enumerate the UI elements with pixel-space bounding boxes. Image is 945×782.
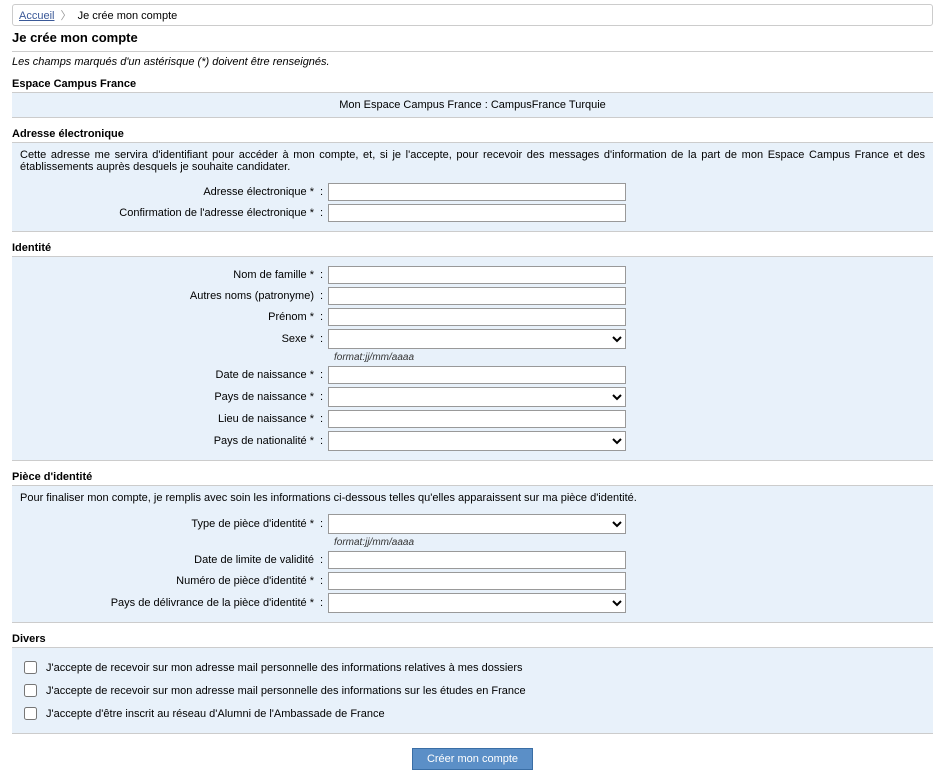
mandatory-note: Les champs marqués d'un astérisque (*) d… (12, 56, 933, 68)
breadcrumb-separator: 〉 (61, 10, 72, 22)
email-confirm-input[interactable] (328, 204, 626, 222)
colon: : (320, 413, 328, 425)
create-account-button[interactable]: Créer mon compte (412, 748, 533, 770)
colon: : (320, 269, 328, 281)
opt2-checkbox[interactable] (24, 684, 37, 697)
opt1-label: J'accepte de recevoir sur mon adresse ma… (46, 662, 523, 674)
label-place-birth: Lieu de naissance * (20, 413, 320, 425)
id-number-input[interactable] (328, 572, 626, 590)
divider (12, 51, 933, 52)
colon: : (320, 333, 328, 345)
page-container: Accueil 〉 Je crée mon compte Je crée mon… (0, 0, 945, 782)
section-header-idcard: Pièce d'identité (12, 469, 933, 486)
colon: : (320, 518, 328, 530)
label-dob: Date de naissance * (20, 369, 320, 381)
colon: : (320, 369, 328, 381)
label-email-confirm: Confirmation de l'adresse électronique * (20, 207, 320, 219)
colon: : (320, 554, 328, 566)
sex-select[interactable] (328, 329, 626, 349)
colon: : (320, 311, 328, 323)
section-header-identity: Identité (12, 240, 933, 257)
label-othernames: Autres noms (patronyme) (20, 290, 320, 302)
dob-input[interactable] (328, 366, 626, 384)
opt2-label: J'accepte de recevoir sur mon adresse ma… (46, 685, 526, 697)
page-title: Je crée mon compte (12, 30, 933, 45)
idcard-box: Pour finaliser mon compte, je remplis av… (12, 486, 933, 623)
espace-box: Mon Espace Campus France : CampusFrance … (12, 93, 933, 118)
label-id-expiry: Date de limite de validité (20, 554, 320, 566)
id-type-select[interactable] (328, 514, 626, 534)
nationality-select[interactable] (328, 431, 626, 451)
place-birth-input[interactable] (328, 410, 626, 428)
opt3-label: J'accepte d'être inscrit au réseau d'Alu… (46, 708, 385, 720)
label-sex: Sexe * (20, 333, 320, 345)
lastname-input[interactable] (328, 266, 626, 284)
label-nationality: Pays de nationalité * (20, 435, 320, 447)
breadcrumb-home-link[interactable]: Accueil (19, 10, 54, 22)
identity-box: Nom de famille * : Autres noms (patronym… (12, 257, 933, 461)
hint-dob: format:jj/mm/aaaa (334, 352, 925, 363)
label-id-type: Type de pièce d'identité * (20, 518, 320, 530)
section-header-divers: Divers (12, 631, 933, 648)
firstname-input[interactable] (328, 308, 626, 326)
label-country-birth: Pays de naissance * (20, 391, 320, 403)
label-lastname: Nom de famille * (20, 269, 320, 281)
colon: : (320, 575, 328, 587)
divers-box: J'accepte de recevoir sur mon adresse ma… (12, 648, 933, 734)
label-firstname: Prénom * (20, 311, 320, 323)
colon: : (320, 186, 328, 198)
email-box: Cette adresse me servira d'identifiant p… (12, 143, 933, 232)
label-email: Adresse électronique * (20, 186, 320, 198)
colon: : (320, 207, 328, 219)
section-header-espace: Espace Campus France (12, 76, 933, 93)
opt1-checkbox[interactable] (24, 661, 37, 674)
country-birth-select[interactable] (328, 387, 626, 407)
idcard-description: Pour finaliser mon compte, je remplis av… (20, 492, 925, 504)
section-header-email: Adresse électronique (12, 126, 933, 143)
breadcrumb-current: Je crée mon compte (78, 10, 178, 22)
colon: : (320, 597, 328, 609)
id-issue-country-select[interactable] (328, 593, 626, 613)
hint-expiry: format:jj/mm/aaaa (334, 537, 925, 548)
colon: : (320, 290, 328, 302)
opt3-checkbox[interactable] (24, 707, 37, 720)
id-expiry-input[interactable] (328, 551, 626, 569)
colon: : (320, 435, 328, 447)
label-id-issue-country: Pays de délivrance de la pièce d'identit… (20, 597, 320, 609)
label-id-number: Numéro de pièce d'identité * (20, 575, 320, 587)
email-description: Cette adresse me servira d'identifiant p… (20, 149, 925, 173)
breadcrumb: Accueil 〉 Je crée mon compte (12, 4, 933, 26)
submit-wrap: Créer mon compte (12, 748, 933, 770)
espace-line: Mon Espace Campus France : CampusFrance … (20, 99, 925, 111)
othernames-input[interactable] (328, 287, 626, 305)
email-input[interactable] (328, 183, 626, 201)
colon: : (320, 391, 328, 403)
